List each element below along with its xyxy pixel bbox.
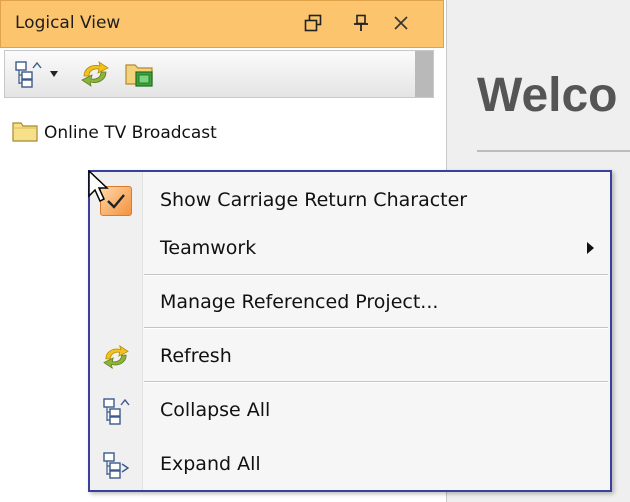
menu-item-label: Expand All	[160, 453, 261, 475]
close-icon[interactable]	[389, 11, 413, 35]
toolbar-overflow-handle[interactable]	[415, 51, 433, 97]
menu-item-label: Collapse All	[160, 399, 271, 421]
expand-all-icon	[100, 450, 132, 480]
chevron-down-icon[interactable]	[47, 59, 61, 89]
tree-node-project[interactable]: Online TV Broadcast	[12, 120, 217, 146]
checkmark-icon	[100, 186, 132, 216]
submenu-arrow-icon	[587, 242, 594, 254]
menu-item-expand-all[interactable]: Expand All	[90, 440, 610, 490]
menu-item-show-carriage-return[interactable]: Show Carriage Return Character	[90, 176, 610, 226]
menu-separator	[144, 274, 608, 276]
collapse-all-icon	[100, 396, 132, 426]
menu-separator	[144, 381, 608, 383]
folder-icon	[12, 120, 38, 146]
menu-separator	[144, 327, 608, 329]
restore-icon[interactable]	[301, 11, 325, 35]
refresh-icon	[100, 342, 132, 372]
refresh-icon[interactable]	[79, 59, 111, 89]
menu-item-manage-referenced-project[interactable]: Manage Referenced Project...	[90, 278, 610, 328]
menu-item-refresh[interactable]: Refresh	[90, 332, 610, 382]
menu-item-teamwork[interactable]: Teamwork	[90, 224, 610, 274]
collapse-tree-icon[interactable]	[13, 59, 43, 89]
welcome-heading: Welco	[477, 69, 618, 122]
menu-item-label: Show Carriage Return Character	[160, 189, 468, 211]
app-window: Logical View Online TV Broadcast Welco S…	[0, 0, 630, 502]
context-menu: Show Carriage Return Character Teamwork …	[88, 170, 612, 492]
panel-title-bar[interactable]: Logical View	[0, 0, 444, 48]
menu-item-label: Manage Referenced Project...	[160, 291, 439, 313]
tree-node-label: Online TV Broadcast	[44, 123, 217, 143]
divider	[477, 150, 630, 152]
pin-icon[interactable]	[349, 11, 373, 35]
menu-item-collapse-all[interactable]: Collapse All	[90, 386, 610, 436]
menu-item-label: Teamwork	[160, 237, 257, 259]
panel-toolbar	[4, 50, 434, 98]
folder-add-icon[interactable]	[123, 59, 157, 89]
menu-item-label: Refresh	[160, 345, 232, 367]
panel-title: Logical View	[15, 13, 121, 33]
